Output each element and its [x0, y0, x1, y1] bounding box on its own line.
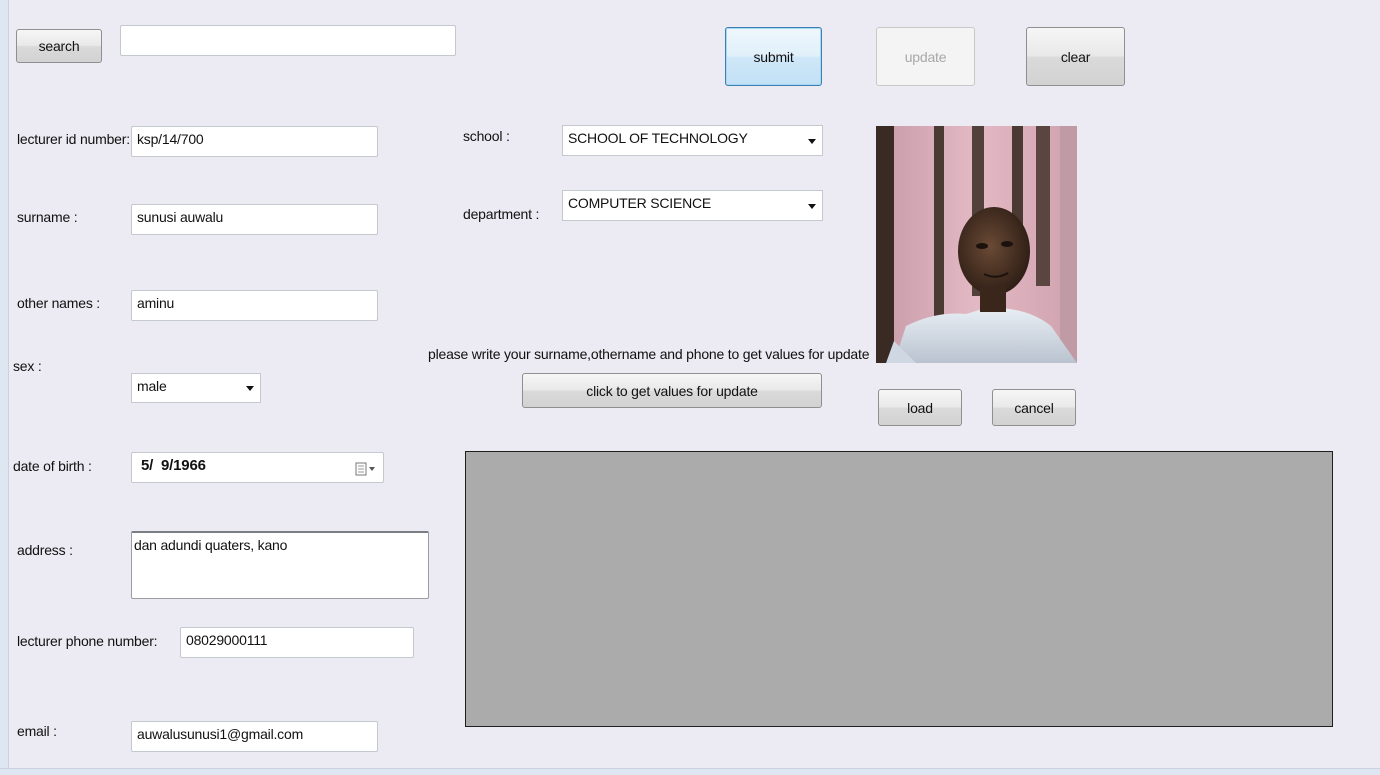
department-select[interactable]: COMPUTER SCIENCE — [562, 190, 823, 221]
phone-label: lecturer phone number: — [17, 633, 158, 649]
get-values-button-label: click to get values for update — [586, 382, 758, 399]
lecturer-photo — [876, 126, 1077, 363]
calendar-icon[interactable] — [355, 462, 377, 476]
load-button[interactable]: load — [878, 389, 962, 426]
data-grid[interactable] — [465, 451, 1333, 727]
load-button-label: load — [907, 399, 933, 416]
update-button[interactable]: update — [876, 27, 975, 86]
email-label: email : — [17, 723, 57, 739]
surname-label: surname : — [17, 209, 78, 225]
school-select-value: SCHOOL OF TECHNOLOGY — [568, 130, 748, 146]
clear-button[interactable]: clear — [1026, 27, 1125, 86]
other-names-label: other names : — [17, 295, 100, 311]
sex-select[interactable]: male — [131, 373, 261, 403]
search-button[interactable]: search — [16, 29, 102, 63]
department-label: department : — [463, 206, 540, 222]
cancel-button-label: cancel — [1014, 399, 1054, 416]
sex-label: sex : — [13, 358, 42, 374]
lecturer-id-input[interactable]: ksp/14/700 — [131, 126, 378, 157]
search-button-label: search — [38, 38, 80, 54]
surname-input[interactable]: sunusi auwalu — [131, 204, 378, 235]
address-textarea[interactable]: dan adundi quaters, kano — [131, 531, 429, 599]
dob-value: 5/ 9/1966 — [141, 457, 206, 474]
cancel-button[interactable]: cancel — [992, 389, 1076, 426]
dob-picker[interactable]: 5/ 9/1966 — [131, 452, 384, 483]
school-select[interactable]: SCHOOL OF TECHNOLOGY — [562, 125, 823, 156]
update-button-label: update — [904, 48, 947, 65]
chevron-down-icon — [808, 138, 816, 144]
window-left-border — [0, 0, 9, 774]
address-label: address : — [17, 542, 73, 558]
school-label: school : — [463, 128, 510, 144]
clear-button-label: clear — [1060, 48, 1091, 65]
email-input[interactable]: auwalusunusi1@gmail.com — [131, 721, 378, 752]
phone-input[interactable]: 08029000111 — [180, 627, 414, 658]
chevron-down-icon — [808, 203, 816, 209]
lecturer-id-label: lecturer id number: — [17, 131, 130, 147]
dob-label: date of birth : — [13, 458, 92, 474]
search-input[interactable] — [120, 25, 456, 56]
submit-button[interactable]: submit — [725, 27, 822, 86]
update-hint: please write your surname,othername and … — [428, 346, 870, 362]
other-names-input[interactable]: aminu — [131, 290, 378, 321]
chevron-down-icon — [246, 386, 254, 391]
get-values-button[interactable]: click to get values for update — [522, 373, 822, 408]
submit-button-label: submit — [753, 48, 794, 65]
sex-select-value: male — [137, 378, 167, 394]
department-select-value: COMPUTER SCIENCE — [568, 195, 712, 211]
